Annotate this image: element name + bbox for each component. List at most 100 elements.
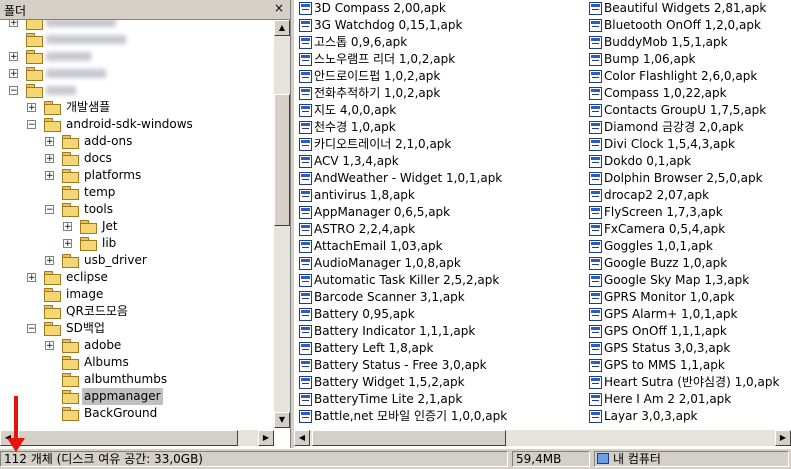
apk-file-icon bbox=[299, 291, 312, 304]
apk-file-icon bbox=[589, 138, 602, 151]
expand-icon[interactable]: + bbox=[45, 171, 54, 181]
folder-tree-vertical-scrollbar[interactable]: ▲ ▼ bbox=[274, 20, 290, 428]
expand-icon[interactable]: + bbox=[63, 239, 72, 249]
folder-icon bbox=[80, 237, 97, 251]
apk-file-icon bbox=[299, 342, 312, 355]
file-name: 3G Watchdog 0,15,1,apk bbox=[314, 18, 463, 32]
expand-icon[interactable]: + bbox=[9, 52, 18, 62]
apk-file-icon bbox=[589, 70, 602, 83]
apk-file-icon bbox=[589, 2, 602, 15]
folder-icon bbox=[62, 254, 79, 268]
expand-icon[interactable]: + bbox=[9, 20, 18, 28]
expand-icon[interactable]: + bbox=[63, 222, 72, 232]
tree-node-label: lib bbox=[102, 236, 117, 250]
collapse-icon[interactable]: − bbox=[27, 324, 36, 334]
file-name: AudioManager 1,0,8,apk bbox=[314, 256, 461, 270]
folder-icon bbox=[44, 101, 61, 115]
redacted-label bbox=[46, 86, 76, 95]
scroll-left-arrow-icon[interactable]: ◀ bbox=[294, 430, 310, 446]
apk-file-icon bbox=[589, 19, 602, 32]
tree-node-label: usb_driver bbox=[84, 253, 147, 267]
tree-node-label: Albums bbox=[84, 355, 129, 369]
file-name: 안드로이드펍 1,0,2,apk bbox=[314, 69, 441, 83]
file-name: Barcode Scanner 3,1,apk bbox=[314, 290, 465, 304]
collapse-icon[interactable]: − bbox=[27, 120, 36, 130]
folder-icon bbox=[62, 339, 79, 353]
file-name: Battery 0,95,apk bbox=[314, 307, 415, 321]
expand-icon[interactable]: + bbox=[45, 154, 54, 164]
file-name: AttachEmail 1,03,apk bbox=[314, 239, 443, 253]
tree-node-label: BackGround bbox=[84, 406, 158, 420]
scroll-thumb[interactable] bbox=[18, 430, 238, 446]
folder-pane-header: 폴더 × bbox=[0, 0, 290, 20]
file-name: Diamond 금강경 2,0,apk bbox=[604, 120, 744, 134]
scroll-thumb[interactable] bbox=[312, 430, 506, 446]
apk-file-icon bbox=[589, 376, 602, 389]
apk-file-icon bbox=[299, 359, 312, 372]
scroll-up-arrow-icon[interactable]: ▲ bbox=[274, 20, 290, 36]
file-list-pane: 3D Compass 2,00,apk 3G Watchdog 0,15,1,ap… bbox=[294, 0, 791, 448]
file-name: Google Sky Map 1,3,apk bbox=[604, 273, 750, 287]
file-list-horizontal-scrollbar[interactable]: ◀ ▶ bbox=[294, 430, 791, 446]
status-size-text: 59,4MB bbox=[516, 452, 562, 466]
status-object-count-text: 112 개체 (디스크 여유 공간: 33,0GB) bbox=[4, 452, 203, 466]
file-name: Compass 1,0,22,apk bbox=[604, 86, 727, 100]
file-name: Bump 1,06,apk bbox=[604, 52, 696, 66]
file-name: Goggles 1,0,1,apk bbox=[604, 239, 713, 253]
apk-file-icon bbox=[589, 257, 602, 270]
expand-icon[interactable]: + bbox=[27, 273, 36, 283]
tree-node-label: tools bbox=[84, 202, 113, 216]
apk-file-icon bbox=[299, 308, 312, 321]
file-name: Battery Left 1,8,apk bbox=[314, 341, 434, 355]
apk-file-icon bbox=[589, 87, 602, 100]
tree-node-label: temp bbox=[84, 185, 116, 199]
redacted-label bbox=[46, 52, 91, 61]
file-name: Color Flashlight 2,6,0,apk bbox=[604, 69, 758, 83]
expand-icon[interactable]: + bbox=[27, 103, 36, 113]
expand-icon[interactable]: + bbox=[45, 256, 54, 266]
expand-icon[interactable]: + bbox=[45, 341, 54, 351]
folder-icon bbox=[62, 203, 79, 217]
file-name: GPRS Monitor 1,0,apk bbox=[604, 290, 735, 304]
apk-file-icon bbox=[299, 53, 312, 66]
apk-file-icon bbox=[299, 172, 312, 185]
tree-node-label: 개발샘플 bbox=[66, 100, 111, 114]
tree-node-label: Jet bbox=[102, 219, 118, 233]
folder-icon bbox=[26, 33, 43, 47]
apk-file-icon bbox=[589, 121, 602, 134]
apk-file-icon bbox=[299, 87, 312, 100]
file-name: Battle,net 모바일 인증기 1,0,0,apk bbox=[314, 409, 508, 423]
apk-file-icon bbox=[589, 155, 602, 168]
tree-node-label: QR코드모음 bbox=[66, 304, 128, 318]
file-name: 지도 4,0,0,apk bbox=[314, 103, 397, 117]
file-name: GPS Alarm+ 1,0,1,apk bbox=[604, 307, 738, 321]
file-name: BatteryTime Lite 2,1,apk bbox=[314, 392, 463, 406]
status-bar: 112 개체 (디스크 여유 공간: 33,0GB) 59,4MB 내 컴퓨터 bbox=[0, 448, 791, 469]
file-name: Heart Sutra (반야심경) 1,0,apk bbox=[604, 375, 780, 389]
file-name: antivirus 1,8,apk bbox=[314, 188, 415, 202]
collapse-icon[interactable]: − bbox=[45, 205, 54, 215]
close-icon[interactable]: × bbox=[272, 1, 286, 15]
apk-file-icon bbox=[589, 206, 602, 219]
apk-file-icon bbox=[299, 376, 312, 389]
expand-icon[interactable]: + bbox=[9, 69, 18, 79]
file-name: Dolphin Browser 2,5,0,apk bbox=[604, 171, 763, 185]
apk-file-icon bbox=[299, 70, 312, 83]
apk-file-icon bbox=[589, 308, 602, 321]
scroll-thumb[interactable] bbox=[274, 94, 290, 226]
file-name: ACV 1,3,4,apk bbox=[314, 154, 399, 168]
file-name: Beautiful Widgets 2,81,apk bbox=[604, 1, 767, 15]
apk-file-icon bbox=[299, 36, 312, 49]
file-name: Bluetooth OnOff 1,2,0,apk bbox=[604, 18, 761, 32]
apk-file-icon bbox=[589, 393, 602, 406]
scroll-right-arrow-icon[interactable]: ▶ bbox=[258, 430, 274, 446]
scroll-right-arrow-icon[interactable]: ▶ bbox=[775, 430, 791, 446]
file-name: 전화추적하기 1,0,2,apk bbox=[314, 86, 441, 100]
apk-file-icon bbox=[589, 359, 602, 372]
expand-icon[interactable]: + bbox=[45, 137, 54, 147]
tree-node-label: eclipse bbox=[66, 270, 108, 284]
folder-icon bbox=[62, 186, 79, 200]
folder-tree-horizontal-scrollbar[interactable]: ◀ ▶ bbox=[0, 430, 274, 446]
collapse-icon[interactable]: − bbox=[9, 86, 18, 96]
scroll-down-arrow-icon[interactable]: ▼ bbox=[274, 412, 290, 428]
